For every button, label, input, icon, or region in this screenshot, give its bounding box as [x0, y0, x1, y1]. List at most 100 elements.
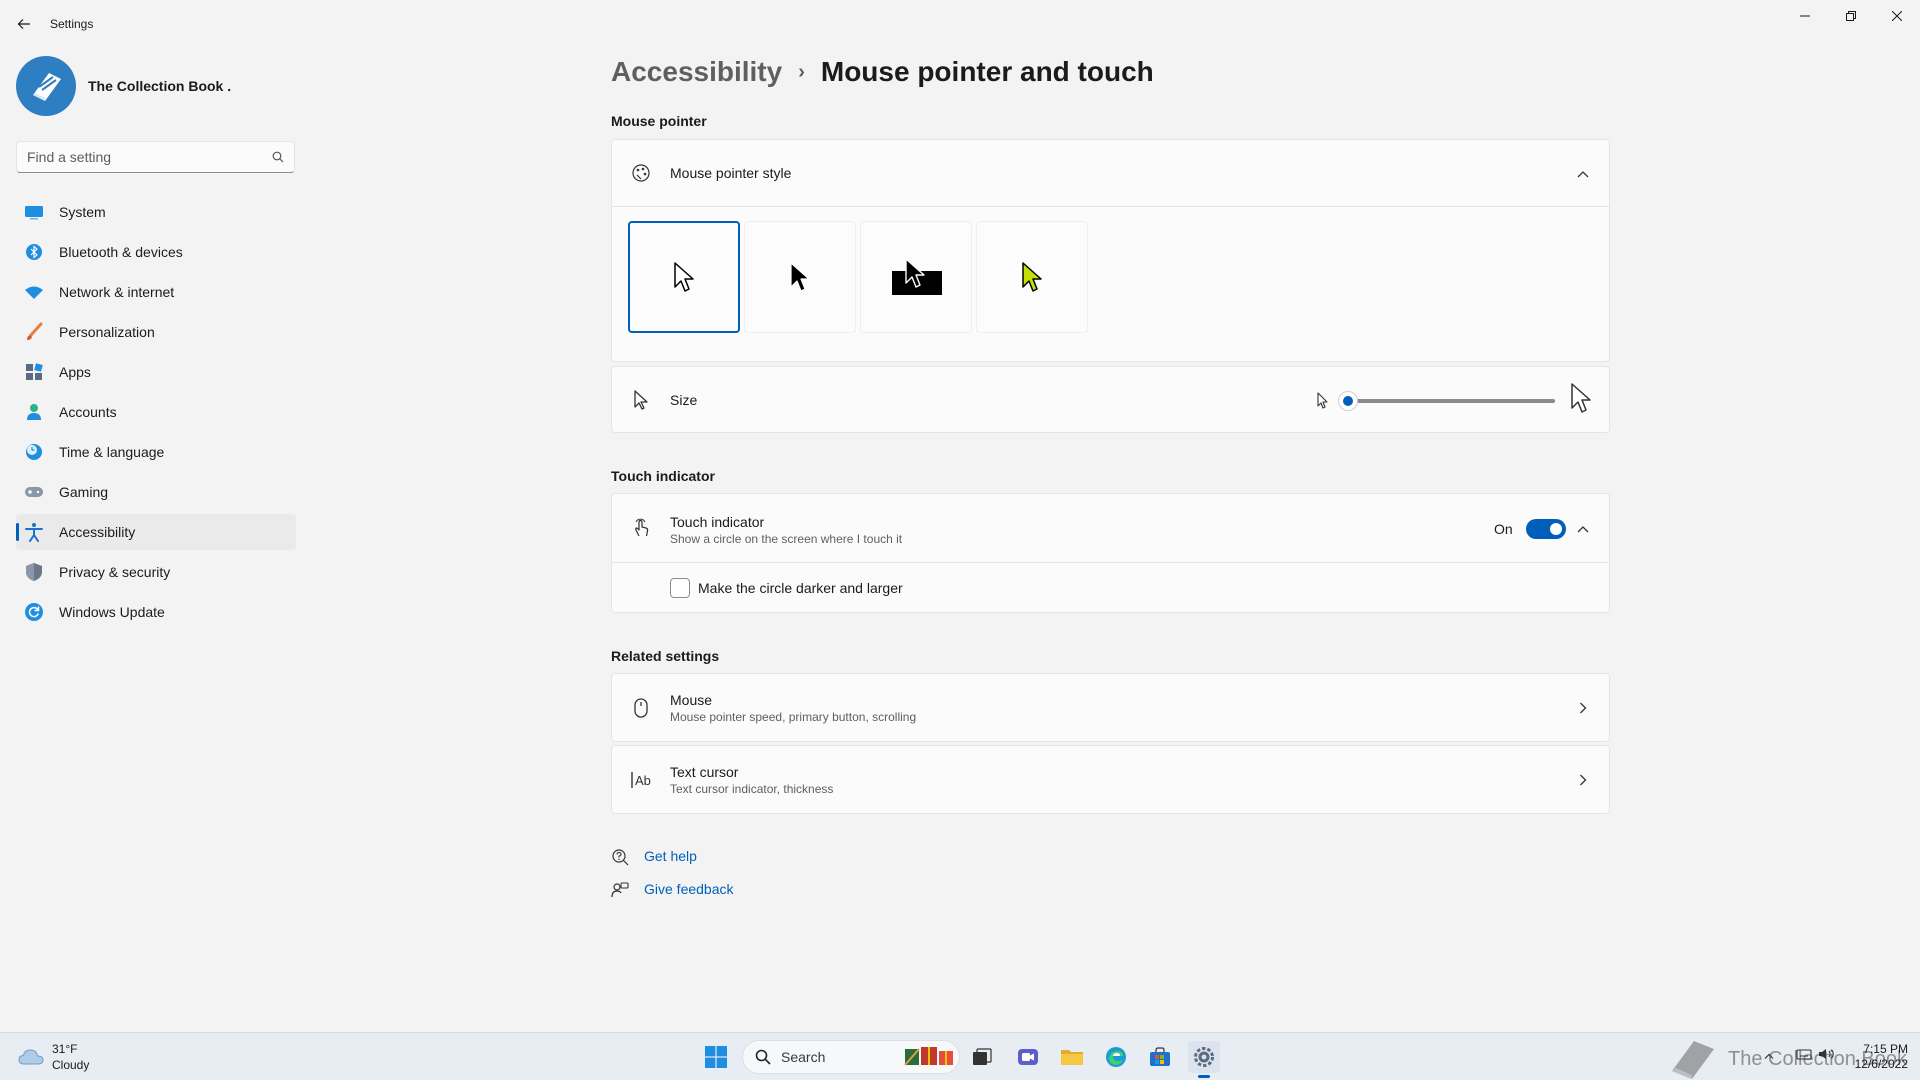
sidebar-nav: System Bluetooth & devices Network & int… — [16, 194, 296, 634]
sidebar-item-label: Gaming — [59, 484, 109, 500]
related-mouse-title: Mouse — [670, 692, 713, 708]
pointer-style-white[interactable] — [628, 221, 740, 333]
breadcrumb-separator: › — [798, 60, 805, 83]
sidebar-item-privacy[interactable]: Privacy & security — [16, 554, 296, 590]
inverted-pointer-preview — [890, 257, 942, 297]
close-button[interactable] — [1874, 0, 1920, 32]
touch-indicator-title: Touch indicator — [670, 514, 765, 530]
keyboard-icon[interactable] — [1796, 1047, 1812, 1064]
sidebar-item-apps[interactable]: Apps — [16, 354, 296, 390]
pointer-style-custom[interactable] — [976, 221, 1088, 333]
sidebar-item-label: Personalization — [59, 324, 155, 340]
pointer-size-icon — [630, 389, 652, 411]
start-button[interactable] — [700, 1041, 732, 1073]
back-button[interactable] — [12, 12, 36, 36]
touch-indicator-header: Touch indicator Show a circle on the scr… — [612, 494, 1609, 563]
sidebar-item-bluetooth[interactable]: Bluetooth & devices — [16, 234, 296, 270]
sidebar-item-label: Network & internet — [59, 284, 175, 300]
title-bar: Settings — [0, 0, 1920, 48]
get-help-link[interactable]: Get help — [644, 848, 697, 864]
related-mouse-subtitle: Mouse pointer speed, primary button, scr… — [670, 710, 917, 724]
related-text-cursor-title: Text cursor — [670, 764, 739, 780]
sidebar-item-personalization[interactable]: Personalization — [16, 314, 296, 350]
sidebar-item-label: Accessibility — [59, 524, 136, 540]
give-feedback-link[interactable]: Give feedback — [644, 881, 734, 897]
tray-overflow-icon[interactable] — [1764, 1047, 1774, 1063]
minimize-button[interactable] — [1782, 0, 1828, 32]
feedback-icon — [611, 881, 629, 899]
small-pointer-icon — [1317, 392, 1329, 414]
chat-button[interactable] — [1012, 1041, 1044, 1073]
book-icon — [33, 73, 61, 101]
taskbar: 31°F Cloudy Search The Collection Book 7… — [0, 1032, 1920, 1080]
search-box[interactable] — [16, 141, 295, 173]
custom-color-pointer-icon — [1022, 262, 1042, 292]
search-icon — [272, 151, 284, 163]
inverted-pointer-icon — [905, 258, 925, 288]
pointer-style-header[interactable]: Mouse pointer style — [612, 140, 1609, 207]
sidebar-item-time-language[interactable]: Time & language — [16, 434, 296, 470]
sidebar-item-windows-update[interactable]: Windows Update — [16, 594, 296, 630]
help-icon — [611, 848, 629, 866]
weather-text: 31°F Cloudy — [52, 1041, 89, 1073]
taskbar-search[interactable]: Search — [742, 1040, 960, 1074]
sidebar-item-network[interactable]: Network & internet — [16, 274, 296, 310]
black-pointer-icon — [790, 262, 810, 292]
brush-icon — [24, 322, 44, 342]
section-title-touch-indicator: Touch indicator — [611, 468, 715, 484]
apps-icon — [24, 362, 44, 382]
related-mouse-card[interactable]: Mouse Mouse pointer speed, primary butto… — [611, 673, 1610, 742]
bluetooth-icon — [24, 242, 44, 262]
chevron-up-icon[interactable] — [1575, 166, 1591, 182]
darker-circle-checkbox[interactable] — [670, 578, 690, 598]
pointer-style-inverted[interactable] — [860, 221, 972, 333]
slider-thumb[interactable] — [1338, 391, 1358, 411]
touch-indicator-subtitle: Show a circle on the screen where I touc… — [670, 532, 903, 546]
sidebar-item-label: Privacy & security — [59, 564, 171, 580]
sidebar-item-accounts[interactable]: Accounts — [16, 394, 296, 430]
accessibility-icon — [24, 522, 44, 542]
pointer-style-black[interactable] — [744, 221, 856, 333]
speaker-icon[interactable] — [1818, 1047, 1836, 1064]
svg-text:Ab: Ab — [635, 773, 651, 788]
search-input[interactable] — [27, 149, 272, 165]
related-mouse-text: Mouse Mouse pointer speed, primary butto… — [670, 692, 916, 724]
weather-widget[interactable]: 31°F Cloudy — [18, 1041, 89, 1073]
profile-name: The Collection Book . — [88, 78, 232, 94]
chevron-up-icon[interactable] — [1575, 521, 1591, 537]
taskbar-search-label: Search — [781, 1049, 826, 1065]
sidebar-item-gaming[interactable]: Gaming — [16, 474, 296, 510]
edge-icon — [1106, 1047, 1126, 1067]
sidebar-item-label: Accounts — [59, 404, 117, 420]
related-text-cursor-card[interactable]: Ab Text cursor Text cursor indicator, th… — [611, 745, 1610, 814]
darker-circle-label: Make the circle darker and larger — [698, 580, 903, 596]
store-button[interactable] — [1144, 1041, 1176, 1073]
settings-taskbar-button[interactable] — [1188, 1041, 1220, 1078]
chevron-right-icon — [1575, 772, 1591, 788]
related-text-cursor-subtitle: Text cursor indicator, thickness — [670, 782, 834, 796]
search-icon — [755, 1049, 771, 1065]
system-icon — [24, 202, 44, 222]
restore-button[interactable] — [1828, 0, 1874, 32]
wifi-icon — [24, 282, 44, 302]
sidebar-item-accessibility[interactable]: Accessibility — [16, 514, 296, 550]
clock-globe-icon — [24, 442, 44, 462]
taskbar-clock[interactable]: 7:15 PM 12/6/2022 — [1855, 1042, 1908, 1072]
task-view-button[interactable] — [966, 1041, 998, 1073]
pointer-size-slider[interactable] — [1338, 391, 1555, 411]
pointer-style-icon — [630, 162, 652, 184]
section-title-related: Related settings — [611, 648, 720, 664]
windows-logo-icon — [705, 1046, 727, 1068]
sidebar-item-label: Time & language — [59, 444, 165, 460]
clock-date: 12/6/2022 — [1854, 1057, 1908, 1071]
sidebar-item-system[interactable]: System — [16, 194, 296, 230]
breadcrumb-parent[interactable]: Accessibility — [611, 56, 782, 88]
weather-temp: 31°F — [52, 1042, 78, 1056]
profile[interactable]: The Collection Book . — [16, 56, 231, 116]
file-explorer-button[interactable] — [1056, 1041, 1088, 1073]
touch-indicator-card: Touch indicator Show a circle on the scr… — [611, 493, 1610, 613]
edge-button[interactable] — [1100, 1041, 1132, 1073]
mouse-icon — [630, 697, 652, 719]
touch-indicator-toggle[interactable] — [1526, 519, 1566, 539]
gear-icon — [1194, 1047, 1214, 1067]
